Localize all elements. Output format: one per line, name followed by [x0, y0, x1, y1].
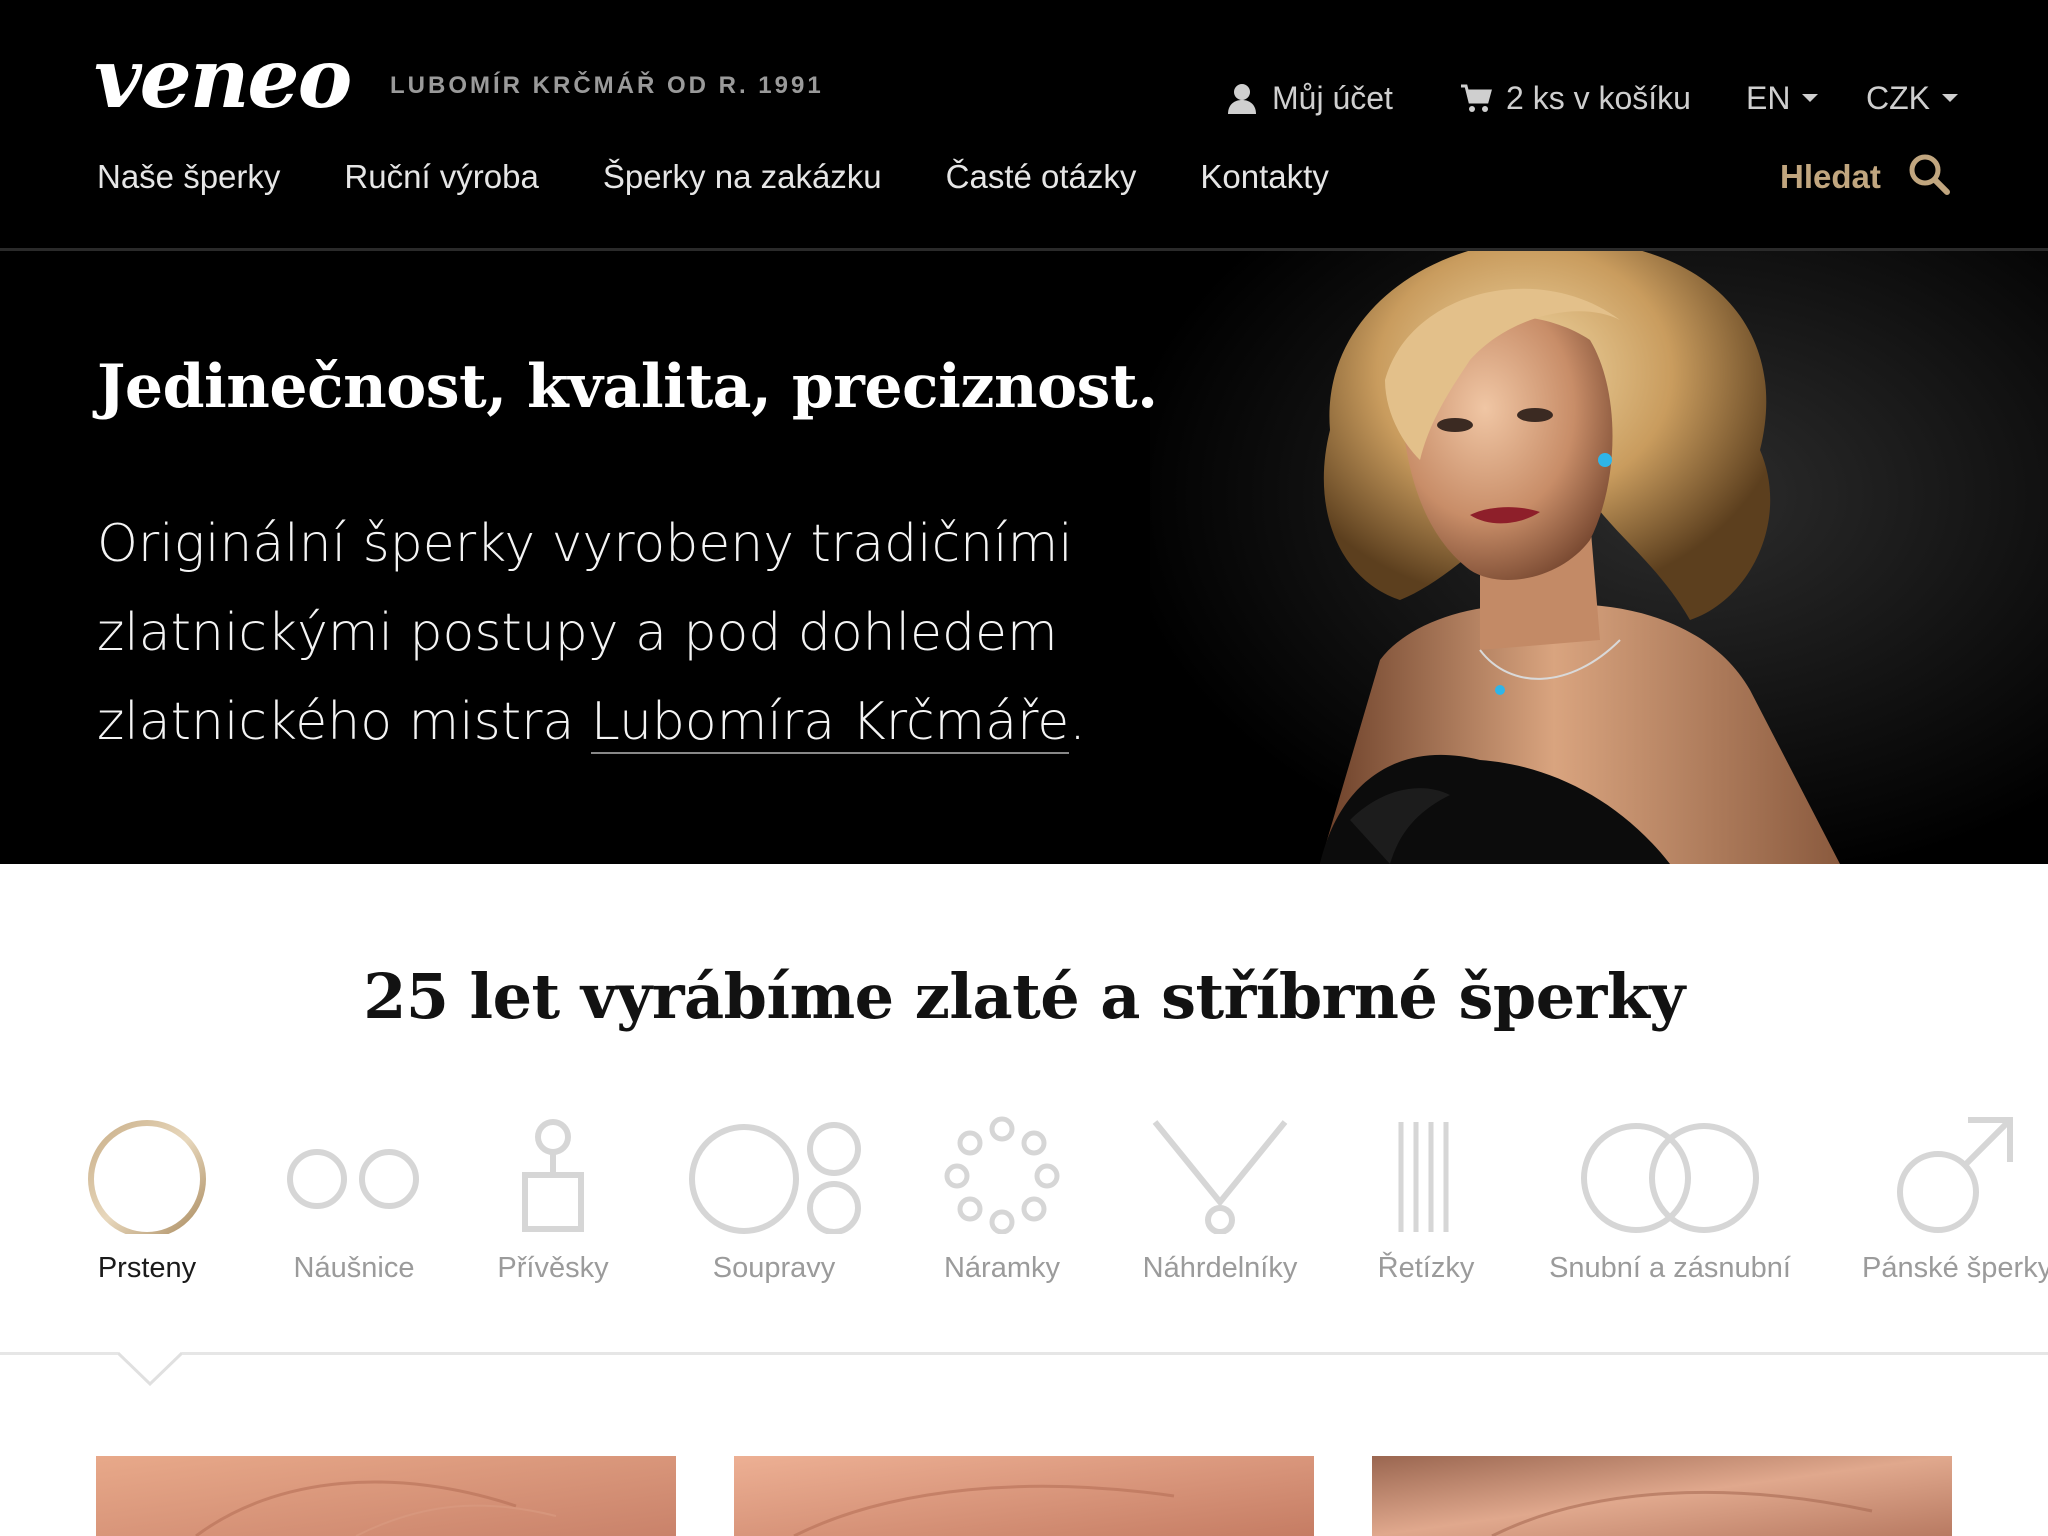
currency-value: CZK — [1866, 79, 1930, 116]
category-label: Náušnice — [293, 1252, 415, 1284]
pendant-icon — [492, 1112, 614, 1234]
product-image — [96, 1456, 676, 1536]
header-divider — [0, 248, 2048, 251]
search-button[interactable]: Hledat — [1780, 152, 1951, 201]
veneo-logo[interactable]: veneo — [94, 38, 352, 120]
hero-text-line: zlatnickými postupy a pod dohledem — [97, 603, 1058, 663]
category-naramky[interactable]: Náramky — [932, 1112, 1072, 1285]
chevron-down-icon — [1942, 94, 1958, 102]
nav-item-caste-otazky[interactable]: Časté otázky — [946, 158, 1137, 196]
category-privesky[interactable]: Přívěsky — [492, 1112, 614, 1285]
product-card[interactable] — [734, 1456, 1314, 1536]
set-icon — [684, 1112, 864, 1234]
hero-text-line: Originální šperky vyrobeny tradičními — [97, 514, 1073, 574]
hero-text-prefix: zlatnického mistra — [97, 692, 591, 752]
nav-item-sperky-na-zakazku[interactable]: Šperky na zakázku — [603, 158, 882, 196]
language-value: EN — [1746, 79, 1791, 116]
currency-dropdown[interactable]: CZK — [1866, 76, 1958, 120]
user-icon — [1226, 82, 1258, 114]
category-soupravy[interactable]: Soupravy — [684, 1112, 864, 1285]
hero-model-photo — [1320, 239, 1840, 864]
site-header: veneo LUBOMÍR KRČMÁŘ OD R. 1991 Můj účet… — [0, 0, 2048, 250]
category-label: Přívěsky — [497, 1252, 609, 1284]
chain-icon — [1376, 1112, 1476, 1234]
category-divider — [0, 1352, 2048, 1355]
nav-item-kontakty[interactable]: Kontakty — [1200, 158, 1328, 196]
category-label: Pánské šperky — [1862, 1252, 2048, 1284]
chevron-down-icon — [1802, 94, 1819, 102]
wedding-rings-icon — [1548, 1112, 1792, 1234]
category-label: Soupravy — [712, 1252, 836, 1284]
category-label: Náhrdelníky — [1142, 1252, 1298, 1284]
bracelet-icon — [932, 1112, 1072, 1234]
necklace-icon — [1140, 1112, 1300, 1234]
section-title: 25 let vyrábíme zlaté a stříbrné šperky — [363, 960, 1685, 1033]
category-retizky[interactable]: Řetízky — [1376, 1112, 1476, 1285]
product-image — [1372, 1456, 1952, 1536]
ring-icon — [86, 1112, 208, 1234]
category-panske-sperky[interactable]: Pánské šperky — [1862, 1112, 2048, 1285]
category-prsteny[interactable]: Prsteny — [86, 1112, 208, 1285]
cart-label: 2 ks v košíku — [1506, 79, 1691, 116]
category-snubni-a-zasnubni[interactable]: Snubní a zásnubní — [1548, 1112, 1792, 1285]
category-label: Náramky — [943, 1252, 1060, 1284]
selected-category-indicator — [118, 1352, 182, 1386]
category-label: Snubní a zásnubní — [1549, 1252, 1791, 1284]
hero-text-line: zlatnického mistra Lubomíra Krčmáře. — [97, 678, 1117, 767]
product-card[interactable] — [1372, 1456, 1952, 1536]
category-label: Řetízky — [1377, 1252, 1475, 1284]
product-image — [734, 1456, 1314, 1536]
header-tagline: LUBOMÍR KRČMÁŘ OD R. 1991 — [390, 72, 824, 99]
main-navigation: Naše šperky Ruční výroba Šperky na zakáz… — [97, 158, 1393, 196]
language-dropdown[interactable]: EN — [1746, 76, 1819, 120]
cart-icon — [1460, 82, 1492, 114]
category-label: Prsteny — [97, 1252, 197, 1284]
search-icon — [1907, 152, 1951, 201]
account-link[interactable]: Můj účet — [1226, 76, 1393, 120]
hero-title: Jedinečnost, kvalita, preciznost. — [97, 352, 1158, 422]
category-nausnice[interactable]: Náušnice — [282, 1112, 426, 1285]
hero-text-suffix: . — [1069, 692, 1086, 752]
hero-description: Originální šperky vyrobeny tradičními zl… — [97, 500, 1117, 767]
account-label: Můj účet — [1272, 79, 1393, 116]
search-label: Hledat — [1780, 157, 1881, 195]
product-card[interactable] — [96, 1456, 676, 1536]
category-nahrdelniky[interactable]: Náhrdelníky — [1140, 1112, 1300, 1285]
cart-link[interactable]: 2 ks v košíku — [1460, 76, 1691, 120]
nav-item-nase-sperky[interactable]: Naše šperky — [97, 158, 280, 196]
earrings-icon — [282, 1112, 426, 1234]
master-goldsmith-link[interactable]: Lubomíra Krčmáře — [590, 692, 1070, 754]
mens-jewelry-icon — [1862, 1112, 2048, 1234]
nav-item-rucni-vyroba[interactable]: Ruční výroba — [344, 158, 538, 196]
